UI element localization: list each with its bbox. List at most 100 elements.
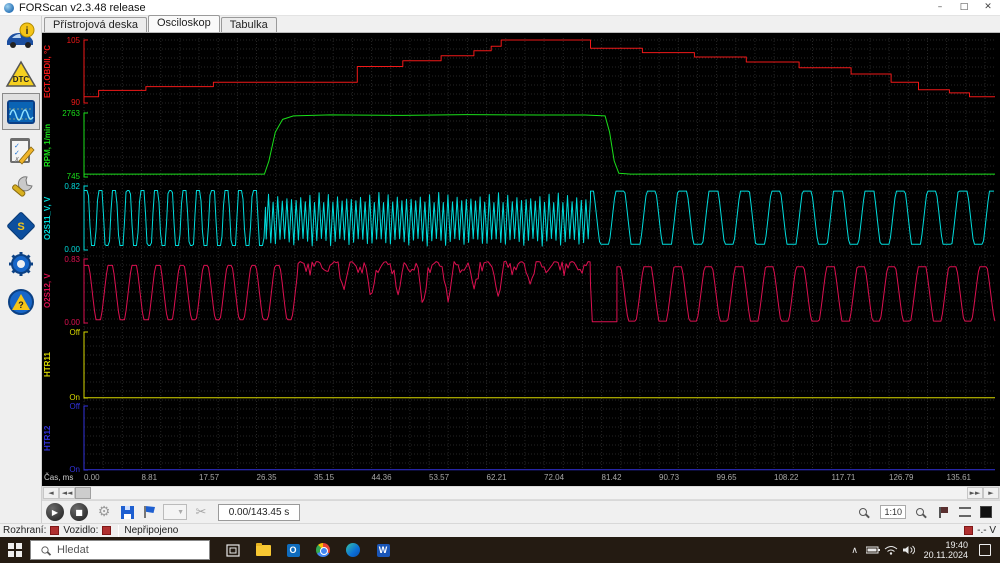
tray-chevron-icon[interactable]: ∧	[846, 537, 864, 563]
scope-canvas	[83, 38, 996, 471]
channel-min-HTR12: On	[69, 465, 80, 474]
dtc-triangle-icon: DTC	[5, 60, 36, 87]
scope-toolbar: ▶ ■ ⚙ ▼ ✂ 0.00/143.45 s 1:10	[42, 500, 1000, 523]
time-tick: 135.61	[946, 473, 971, 482]
start-button[interactable]	[0, 537, 30, 563]
voltage-group: -.- V	[960, 525, 1000, 536]
scroll-right-icon[interactable]: ►	[983, 487, 999, 499]
cut-button[interactable]: ✂	[191, 502, 211, 522]
scroll-left-icon[interactable]: ◄	[43, 487, 59, 499]
scroll-left-fast-icon[interactable]: ◄◄	[59, 487, 75, 499]
plot-grid	[83, 38, 995, 470]
edge-icon	[346, 543, 360, 557]
title-bar: FORScan v2.3.48 release – □ ✕	[0, 0, 1000, 16]
sidebar-item-tests[interactable]: ✓ ✓ ✗	[2, 131, 40, 168]
edge-button[interactable]	[338, 537, 368, 563]
maximize-button[interactable]: □	[952, 0, 976, 15]
time-tick: 126.79	[889, 473, 914, 482]
play-button[interactable]: ▶	[46, 503, 64, 521]
sidebar-item-service[interactable]	[2, 169, 40, 206]
chip-icon: S	[6, 211, 35, 240]
tab-tabulka[interactable]: Tabulka	[220, 17, 277, 32]
outlook-icon: O	[286, 543, 300, 557]
channel-label-O2S12, V: O2S12, V	[43, 273, 52, 309]
time-axis: Čas, ms 0.00 8.81 17.57 26.35 35.15 44.36 53.5…	[42, 471, 1000, 486]
time-tick: 99.65	[716, 473, 737, 482]
plot-hscrollbar[interactable]: ◄ ◄◄ ►► ►	[42, 486, 1000, 500]
connection-status: Nepřipojeno	[124, 525, 179, 536]
sidebar-item-configuration[interactable]: S	[2, 207, 40, 244]
sidebar-item-about[interactable]: ?	[2, 283, 40, 320]
svg-text:✗: ✗	[14, 156, 20, 164]
status-bar: Rozhraní: Vozidlo: Nepřipojeno -.- V	[0, 523, 1000, 537]
oscilloscope-icon	[6, 99, 35, 124]
marker-flag-icon[interactable]	[938, 506, 949, 518]
oscilloscope-plot[interactable]: Čas, ms 0.00 8.81 17.57 26.35 35.15 44.36 53.5…	[42, 33, 1000, 486]
svg-text:✓: ✓	[14, 143, 20, 150]
time-tick: 35.15	[314, 473, 335, 482]
channel-max-ECT.OBDII, °C: 105	[66, 36, 80, 45]
scroll-right-fast-icon[interactable]: ►►	[967, 487, 983, 499]
app-window: FORScan v2.3.48 release – □ ✕ Přístrojov…	[0, 0, 1000, 563]
sidebar-item-vehicle-info[interactable]: i	[2, 17, 40, 54]
playback-position-field: 0.00/143.45 s	[218, 503, 300, 521]
task-view-button[interactable]	[218, 537, 248, 563]
axis-O2S12, V	[83, 258, 88, 324]
taskbar-clock[interactable]: 19:40 20.11.2024	[924, 540, 968, 560]
axis-O2S11_V, V	[83, 185, 88, 251]
time-tick: 53.57	[429, 473, 450, 482]
time-tick: 90.73	[659, 473, 680, 482]
wrench-icon	[11, 175, 33, 197]
vehicle-label: Vozidlo:	[63, 525, 99, 536]
close-button[interactable]: ✕	[976, 0, 1000, 15]
magnifier-minus-icon	[859, 508, 868, 516]
search-icon	[41, 546, 49, 554]
zoom-in-button[interactable]	[910, 502, 930, 522]
sidebar-item-oscilloscope[interactable]	[1, 93, 40, 130]
wifi-icon[interactable]	[882, 537, 900, 563]
channel-min-O2S11_V, V: 0.00	[64, 245, 80, 254]
tab-p-strojov-deska[interactable]: Přístrojová deska	[44, 17, 147, 32]
grid-lines-icon[interactable]	[959, 507, 971, 517]
statusbar-divider	[118, 524, 120, 537]
blue-flag-icon	[144, 506, 156, 518]
speaker-icon[interactable]	[900, 537, 918, 563]
channel-max-O2S11_V, V: 0.82	[64, 182, 80, 191]
time-axis-label: Čas, ms	[44, 473, 74, 482]
save-recording-button[interactable]	[117, 502, 137, 522]
minimize-button[interactable]: –	[928, 0, 952, 15]
time-tick: 62.21	[486, 473, 507, 482]
svg-text:DTC: DTC	[12, 75, 29, 84]
settings-gear-button[interactable]: ⚙	[94, 502, 114, 522]
open-recording-button[interactable]	[140, 502, 160, 522]
battery-icon[interactable]	[864, 537, 882, 563]
chrome-button[interactable]	[308, 537, 338, 563]
sidebar-item-dtc[interactable]: DTC	[2, 55, 40, 92]
channel-min-RPM, 1/min: 745	[66, 172, 80, 181]
sidebar-item-settings[interactable]	[2, 245, 40, 282]
channel-label-RPM, 1/min: RPM, 1/min	[43, 123, 52, 167]
zoom-out-button[interactable]	[853, 502, 873, 522]
taskbar-search-input[interactable]: Hledat	[30, 540, 210, 560]
time-tick: 117.71	[831, 473, 856, 482]
gear-icon	[8, 251, 33, 276]
stop-button[interactable]: ■	[70, 503, 88, 521]
word-button[interactable]: W	[368, 537, 398, 563]
recording-select[interactable]: ▼	[163, 504, 187, 520]
time-tick: 0.00	[84, 473, 100, 482]
background-color-icon[interactable]	[980, 506, 992, 518]
toolbar-right-group: 1:10	[853, 502, 1000, 522]
search-placeholder: Hledat	[57, 544, 89, 556]
channel-label-ECT.OBDII, °C: ECT.OBDII, °C	[43, 45, 52, 98]
scrollbar-track[interactable]	[91, 487, 967, 499]
outlook-button[interactable]: O	[278, 537, 308, 563]
axis-RPM, 1/min	[83, 112, 88, 178]
action-center-icon	[979, 544, 991, 556]
tab-osciloskop[interactable]: Osciloskop	[147, 15, 220, 32]
windows-logo-icon	[8, 543, 22, 557]
action-center-button[interactable]	[976, 537, 994, 563]
scrollbar-thumb[interactable]	[75, 487, 91, 499]
interface-label: Rozhraní:	[3, 525, 47, 536]
file-explorer-button[interactable]	[248, 537, 278, 563]
channel-min-O2S12, V: 0.00	[64, 318, 80, 327]
